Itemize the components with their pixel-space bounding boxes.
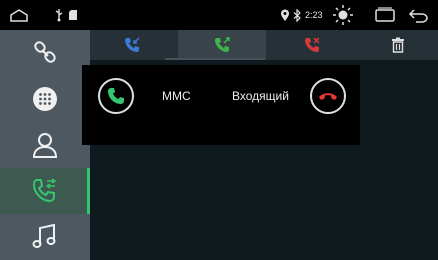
bluetooth-icon: [291, 0, 303, 30]
tab-missed-calls[interactable]: [272, 30, 352, 60]
tab-incoming-calls[interactable]: [92, 30, 172, 60]
link-icon: [34, 41, 56, 63]
call-log-icon: [32, 178, 56, 203]
sidebar-item-dialpad[interactable]: [0, 76, 90, 122]
dialpad-icon: [33, 87, 57, 111]
sd-card-icon: [66, 0, 80, 30]
status-time: 2:23: [305, 10, 323, 20]
tab-outgoing-calls[interactable]: [178, 30, 266, 60]
location-icon: [279, 0, 291, 30]
phone-accept-icon: [108, 88, 124, 104]
incoming-call-dialog: MMC Входящий: [82, 65, 360, 145]
sidebar: [0, 30, 90, 260]
phone-decline-icon: [319, 93, 337, 100]
status-bar: 2:23: [0, 0, 438, 30]
recent-apps-icon[interactable]: [372, 0, 398, 30]
sidebar-item-link[interactable]: [0, 30, 90, 76]
accept-call-button[interactable]: [98, 78, 134, 114]
sidebar-item-call-log[interactable]: [0, 168, 90, 214]
back-icon[interactable]: [406, 0, 432, 30]
brightness-icon[interactable]: [330, 0, 356, 30]
home-icon[interactable]: [6, 0, 32, 30]
trash-icon: [392, 37, 404, 53]
sidebar-item-contacts[interactable]: [0, 122, 90, 168]
tab-divider: [165, 58, 265, 60]
contacts-icon: [32, 133, 58, 158]
music-icon: [32, 223, 56, 248]
incoming-call-icon: [125, 37, 140, 52]
delete-button[interactable]: [384, 30, 412, 60]
call-status: Входящий: [232, 89, 289, 103]
sidebar-item-music[interactable]: [0, 214, 90, 260]
decline-call-button[interactable]: [310, 78, 346, 114]
usb-icon: [52, 0, 66, 30]
missed-call-icon: [305, 37, 320, 52]
caller-name: MMC: [162, 89, 191, 103]
outgoing-call-icon: [215, 37, 230, 52]
